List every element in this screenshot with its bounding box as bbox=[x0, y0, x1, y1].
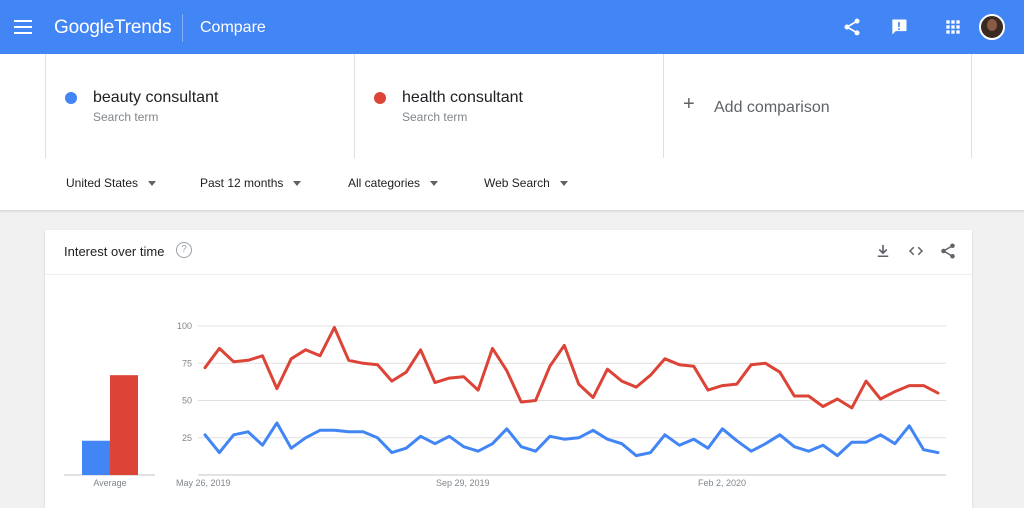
avatar[interactable] bbox=[979, 14, 1005, 40]
feedback-icon[interactable] bbox=[889, 17, 909, 37]
card-title: Interest over time bbox=[64, 244, 165, 259]
card-header: Interest over time ? bbox=[45, 230, 972, 275]
chevron-down-icon bbox=[148, 181, 157, 187]
filter-label: Web Search bbox=[484, 176, 550, 190]
filter-bar: United States Past 12 months All categor… bbox=[0, 158, 1024, 211]
menu-icon[interactable] bbox=[14, 20, 32, 34]
embed-icon[interactable] bbox=[907, 242, 925, 260]
search-terms-bar: beauty consultant Search term health con… bbox=[0, 54, 1024, 159]
plus-icon[interactable]: + bbox=[683, 93, 695, 116]
chevron-down-icon bbox=[559, 181, 568, 187]
series-dot-red bbox=[374, 92, 386, 104]
add-comparison-label[interactable]: Add comparison bbox=[714, 99, 830, 117]
google-trends-logo[interactable]: GoogleTrends bbox=[54, 17, 172, 39]
term-card-beauty[interactable]: beauty consultant Search term bbox=[45, 54, 354, 158]
series-dot-blue bbox=[65, 92, 77, 104]
filter-label: United States bbox=[66, 176, 139, 190]
term-card-health[interactable]: health consultant Search term bbox=[354, 54, 663, 158]
term-name[interactable]: health consultant bbox=[402, 89, 523, 107]
filter-category[interactable]: All categories bbox=[348, 176, 439, 190]
share-icon[interactable] bbox=[939, 242, 957, 260]
apps-grid-icon[interactable] bbox=[943, 17, 963, 37]
interest-over-time-card: Interest over time ? bbox=[45, 230, 972, 508]
filter-label: All categories bbox=[348, 176, 421, 190]
logo-trends-text: Trends bbox=[114, 17, 172, 38]
help-icon[interactable]: ? bbox=[176, 242, 192, 258]
term-subtitle: Search term bbox=[93, 110, 159, 124]
share-icon[interactable] bbox=[842, 17, 862, 37]
chevron-down-icon bbox=[430, 181, 439, 187]
logo-google-text: Google bbox=[54, 17, 115, 38]
top-bar: GoogleTrends Compare bbox=[0, 0, 1024, 54]
page-title: Compare bbox=[200, 19, 266, 36]
filter-time-range[interactable]: Past 12 months bbox=[200, 176, 302, 190]
chevron-down-icon bbox=[293, 181, 302, 187]
filter-label: Past 12 months bbox=[200, 176, 284, 190]
filter-region[interactable]: United States bbox=[66, 176, 157, 190]
term-name[interactable]: beauty consultant bbox=[93, 89, 218, 107]
download-icon[interactable] bbox=[874, 242, 892, 260]
filter-search-type[interactable]: Web Search bbox=[484, 176, 568, 190]
header-divider bbox=[182, 14, 183, 42]
term-subtitle: Search term bbox=[402, 110, 468, 124]
